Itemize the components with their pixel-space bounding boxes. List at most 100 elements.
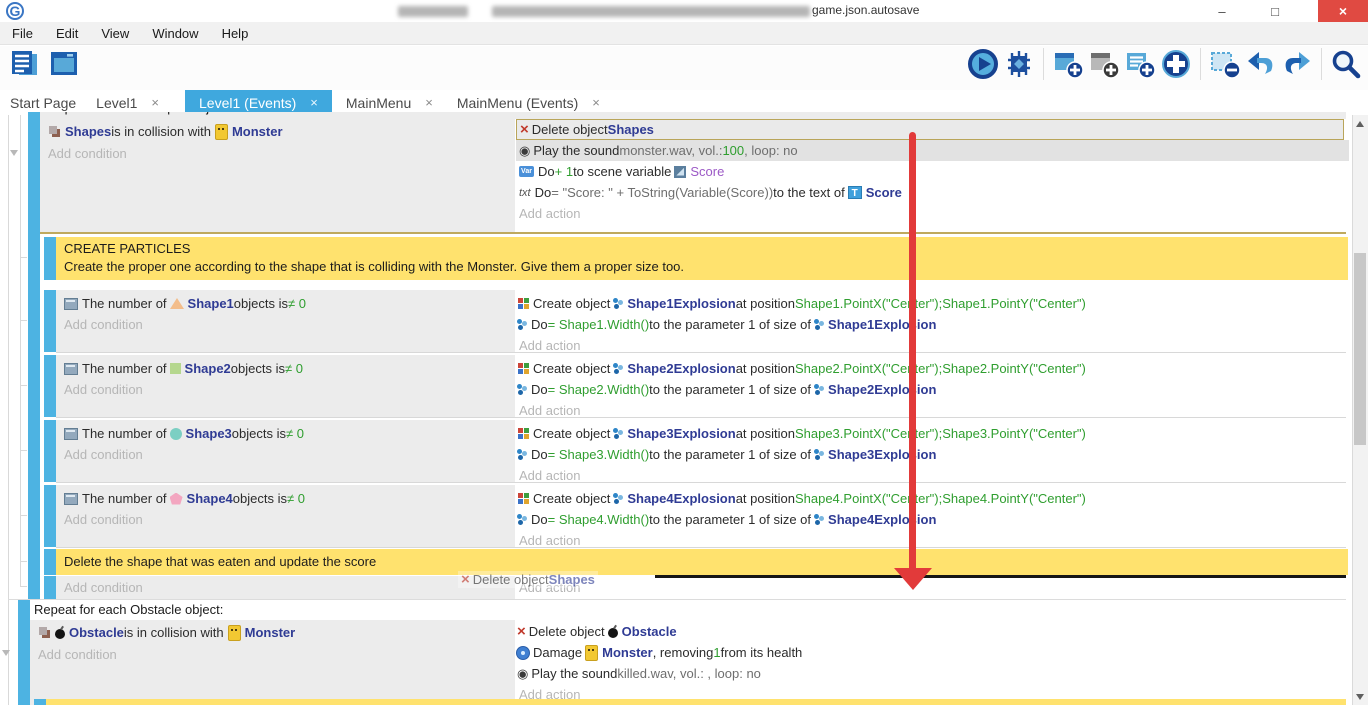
- open-window-icon[interactable]: [48, 48, 80, 80]
- particle-object-icon: [613, 428, 618, 433]
- delete-event-icon[interactable]: [1209, 48, 1241, 80]
- event1-header-clipped[interactable]: Repeat for each Shapes object:: [40, 112, 1346, 119]
- action-row-create-object[interactable]: Create object Shape2Explosion at positio…: [517, 358, 1086, 379]
- particle-object-icon: [613, 493, 618, 498]
- fold-arrow-icon[interactable]: [10, 150, 18, 156]
- event-selection-bar[interactable]: [44, 290, 56, 352]
- menu-edit[interactable]: Edit: [52, 24, 82, 43]
- menu-view[interactable]: View: [97, 24, 133, 43]
- toolbar-separator: [1321, 48, 1322, 80]
- add-condition-button[interactable]: Add condition: [64, 509, 143, 530]
- condition-row[interactable]: The number of Shape1 objects is ≠ 0: [64, 293, 306, 314]
- annotation-arrow-head: [894, 568, 932, 590]
- redacted-title-segment: [492, 6, 810, 17]
- fold-arrow-icon[interactable]: [2, 650, 10, 656]
- tree-guide-stub: [20, 257, 27, 258]
- monster-object-icon: [228, 625, 241, 641]
- event-selection-bar[interactable]: [18, 600, 30, 705]
- action-row-size-parameter[interactable]: Do = Shape1.Width() to the parameter 1 o…: [517, 314, 936, 335]
- monster-object-icon: [215, 124, 228, 140]
- redo-icon[interactable]: [1281, 48, 1313, 80]
- menu-file[interactable]: File: [8, 24, 37, 43]
- tree-guide-stub: [20, 385, 27, 386]
- condition-row[interactable]: Obstacle is in collision with Monster: [38, 622, 295, 643]
- action-row-text-score[interactable]: txt Do = "Score: " + ToString(Variable(S…: [516, 182, 902, 203]
- scroll-up-icon[interactable]: [1356, 121, 1364, 127]
- play-icon[interactable]: [967, 48, 999, 80]
- collision-icon: [39, 627, 47, 635]
- action-row-size-parameter[interactable]: Do = Shape2.Width() to the parameter 1 o…: [517, 379, 936, 400]
- tree-guide-stub: [20, 450, 27, 451]
- add-condition-button[interactable]: Add condition: [48, 143, 127, 164]
- comment-partial[interactable]: [46, 699, 1346, 705]
- comment-delete-shape[interactable]: Delete the shape that was eaten and upda…: [56, 549, 1348, 575]
- event-selection-bar[interactable]: [44, 420, 56, 482]
- debug-icon[interactable]: [1003, 48, 1035, 80]
- add-condition-button[interactable]: Add condition: [64, 379, 143, 400]
- menu-window[interactable]: Window: [148, 24, 202, 43]
- toolbar-separator: [1043, 48, 1044, 80]
- shape4-pentagon-icon: [170, 493, 183, 505]
- add-comment-icon[interactable]: [1124, 48, 1156, 80]
- event-selection-bar[interactable]: [28, 112, 40, 599]
- event-selection-bar[interactable]: [44, 576, 56, 599]
- action-row-play-sound[interactable]: ◉ Play the sound monster.wav, vol.: 100 …: [516, 140, 1349, 161]
- damage-icon: [517, 647, 529, 659]
- event-selection-bar[interactable]: [44, 485, 56, 547]
- tab-close-icon[interactable]: ×: [151, 95, 159, 110]
- action-row-damage-monster[interactable]: Damage Monster , removing 1 from its hea…: [517, 642, 802, 663]
- shape3-circle-icon: [170, 428, 182, 440]
- particle-object-icon: [814, 514, 819, 519]
- action-row-create-object[interactable]: Create object Shape4Explosion at positio…: [517, 488, 1086, 509]
- particle-object-icon: [613, 363, 618, 368]
- object-count-icon: [64, 493, 78, 505]
- search-icon[interactable]: [1330, 48, 1362, 80]
- action-row-size-parameter[interactable]: Do = Shape4.Width() to the parameter 1 o…: [517, 509, 936, 530]
- event-separator: [56, 482, 1346, 483]
- minimize-button[interactable]: –: [1205, 0, 1239, 22]
- add-subevent-icon[interactable]: [1088, 48, 1120, 80]
- action-row-delete-obstacle[interactable]: × Delete object Obstacle: [517, 621, 677, 642]
- action-row-create-object[interactable]: Create object Shape1Explosion at positio…: [517, 293, 1086, 314]
- add-condition-button[interactable]: Add condition: [38, 644, 117, 665]
- comment-bar[interactable]: [44, 237, 56, 280]
- action-row-scene-variable[interactable]: Var Do + 1 to scene variable Score: [516, 161, 724, 182]
- add-condition-button[interactable]: Add condition: [64, 577, 143, 598]
- event-selection-bar[interactable]: [44, 355, 56, 417]
- condition-row[interactable]: The number of Shape4 objects is ≠ 0: [64, 488, 305, 509]
- obstacle-object-icon: [608, 628, 618, 638]
- project-manager-icon[interactable]: [8, 48, 40, 80]
- action-row-play-sound[interactable]: ◉ Play the sound killed.wav, vol.: , loo…: [517, 663, 761, 684]
- event2-header[interactable]: Repeat for each Obstacle object:: [34, 602, 223, 617]
- condition-row[interactable]: Shapes is in collision with Monster: [48, 121, 283, 142]
- close-button[interactable]: ×: [1318, 0, 1368, 22]
- tab-close-icon[interactable]: ×: [592, 95, 600, 110]
- action-row-delete-shapes[interactable]: × Delete object Shapes: [516, 119, 1344, 140]
- particle-object-icon: [613, 298, 618, 303]
- condition-row[interactable]: The number of Shape2 objects is ≠ 0: [64, 358, 303, 379]
- comment-create-particles[interactable]: CREATE PARTICLES Create the proper one a…: [56, 237, 1348, 280]
- scroll-down-icon[interactable]: [1356, 694, 1364, 700]
- maximize-button[interactable]: □: [1258, 0, 1292, 22]
- add-element-icon[interactable]: [1160, 48, 1192, 80]
- undo-icon[interactable]: [1245, 48, 1277, 80]
- dragged-action-ghost: × Delete object Shapes: [458, 571, 598, 588]
- create-object-icon: [518, 493, 523, 498]
- sheet-left-border: [8, 115, 9, 705]
- menu-help[interactable]: Help: [218, 24, 253, 43]
- condition-row[interactable]: The number of Shape3 objects is ≠ 0: [64, 423, 304, 444]
- create-object-icon: [518, 428, 523, 433]
- action-row-size-parameter[interactable]: Do = Shape3.Width() to the parameter 1 o…: [517, 444, 936, 465]
- tab-close-icon[interactable]: ×: [310, 95, 318, 110]
- comment-bar[interactable]: [34, 699, 46, 705]
- add-action-button[interactable]: Add action: [519, 203, 580, 224]
- action-row-create-object[interactable]: Create object Shape3Explosion at positio…: [517, 423, 1086, 444]
- comment-bar[interactable]: [44, 549, 56, 575]
- add-condition-button[interactable]: Add condition: [64, 314, 143, 335]
- add-condition-button[interactable]: Add condition: [64, 444, 143, 465]
- tree-guide-stub: [20, 561, 27, 562]
- event-separator: [56, 417, 1346, 418]
- tab-close-icon[interactable]: ×: [425, 95, 433, 110]
- add-event-icon[interactable]: [1052, 48, 1084, 80]
- scrollbar-thumb[interactable]: [1354, 253, 1366, 445]
